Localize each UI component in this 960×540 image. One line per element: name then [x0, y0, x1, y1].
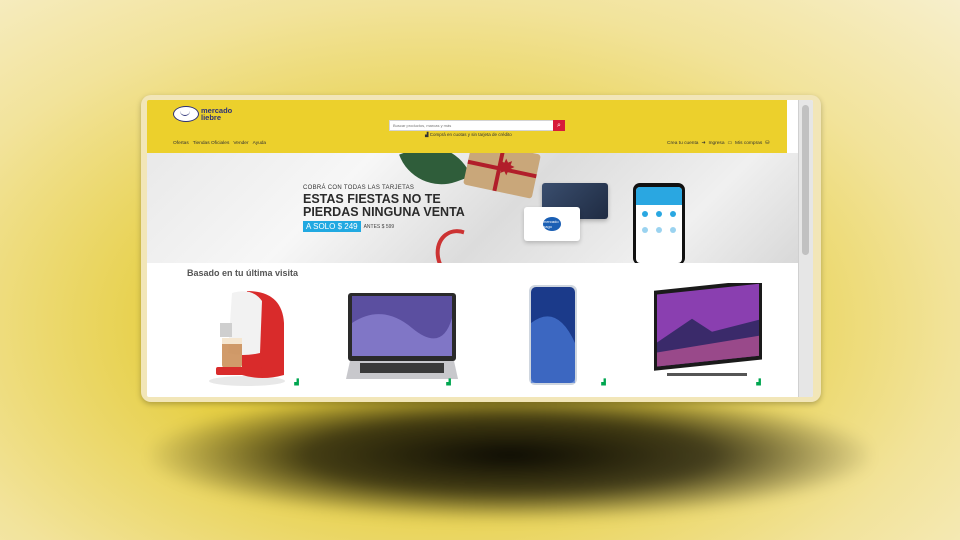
truck-icon: ▟ [425, 132, 429, 137]
promo-banner[interactable]: ✸ COBRÁ CON TODAS LAS TARJETAS ESTAS FIE… [147, 153, 799, 263]
product-card[interactable]: ▟ [192, 283, 302, 388]
site-header: mercado liebre ⌕ ▟ Comprá en cuotas y si… [147, 100, 787, 153]
phone-screen [636, 187, 682, 263]
product-card[interactable]: ▟ [342, 283, 462, 388]
phone-app-icon [670, 211, 676, 217]
card-icon: ▭ [727, 141, 733, 146]
shipping-icon: ▟ [444, 379, 453, 386]
mercado-pago-logo: mercado pago [543, 217, 561, 231]
login-link[interactable]: Ingresa [709, 141, 725, 146]
section-title: Basado en tu última visita [187, 268, 299, 278]
site-logo[interactable]: mercado liebre [173, 106, 232, 122]
banner-subtitle: COBRÁ CON TODAS LAS TARJETAS [303, 185, 415, 191]
banner-title: ESTAS FIESTAS NO TE PIERDAS NINGUNA VENT… [303, 193, 465, 219]
nav-ayuda[interactable]: Ayuda [253, 141, 267, 146]
nav-vender[interactable]: Vender [233, 141, 248, 146]
purchases-link[interactable]: Mis compras [735, 141, 762, 146]
product-card[interactable]: ▟ [507, 283, 617, 388]
point-device-image: mercado pago [524, 207, 580, 241]
phone-app-icon [642, 227, 648, 233]
laptop-image [346, 293, 458, 379]
banner-price-row: A SOLO $ 249 ANTES $ 599 [303, 221, 465, 232]
nav-ofertas[interactable]: Ofertas [173, 141, 189, 146]
logo-line-2: liebre [201, 113, 222, 122]
search-icon: ⌕ [557, 121, 561, 129]
phone-app-icon [656, 227, 662, 233]
phone-app-icon [670, 227, 676, 233]
basket-icon: ⛁ [765, 141, 770, 146]
shipping-icon: ▟ [292, 379, 301, 386]
banner-title-line-2: PIERDAS NINGUNA VENTA [303, 205, 465, 219]
star-decoration: ✸ [497, 155, 516, 180]
device-shadow [150, 390, 870, 520]
search-button[interactable]: ⌕ [553, 120, 565, 131]
phone-image [633, 183, 685, 263]
nav-tiendas-oficiales[interactable]: Tiendas Oficiales [193, 141, 230, 146]
shipping-icon: ▟ [754, 379, 763, 386]
scrollbar[interactable] [798, 100, 813, 397]
smartphone-image [529, 285, 577, 385]
coffee-machine-image [209, 291, 285, 386]
scrollbar-thumb[interactable] [802, 105, 809, 255]
account-nav: Crea tu cuenta ➜ Ingresa ▭ Mis compras ⛁ [667, 141, 769, 146]
search-input[interactable] [390, 121, 556, 130]
handshake-icon [173, 106, 199, 122]
promo-link[interactable]: ▟ Comprá en cuotas y sin tarjeta de créd… [425, 132, 512, 138]
phone-app-icon [642, 211, 648, 217]
product-card[interactable]: ▟ [652, 279, 772, 388]
promo-text: Comprá en cuotas y sin tarjeta de crédit… [429, 132, 512, 137]
main-nav: Ofertas Tiendas Oficiales Vender Ayuda [173, 141, 266, 146]
create-account-link[interactable]: Crea tu cuenta [667, 141, 698, 146]
phone-app-icon [656, 211, 662, 217]
login-icon: ➜ [701, 141, 706, 146]
television-image [654, 279, 762, 376]
phone-app-header [636, 187, 682, 205]
search-bar: ⌕ [389, 120, 565, 131]
banner-copy: COBRÁ CON TODAS LAS TARJETAS ESTAS FIEST… [303, 185, 465, 232]
shipping-icon: ▟ [599, 379, 608, 386]
browser-screen: mercado liebre ⌕ ▟ Comprá en cuotas y si… [147, 100, 813, 397]
banner-price: A SOLO $ 249 [303, 221, 361, 232]
banner-before-price: ANTES $ 599 [363, 223, 395, 230]
logo-text: mercado liebre [201, 107, 232, 122]
